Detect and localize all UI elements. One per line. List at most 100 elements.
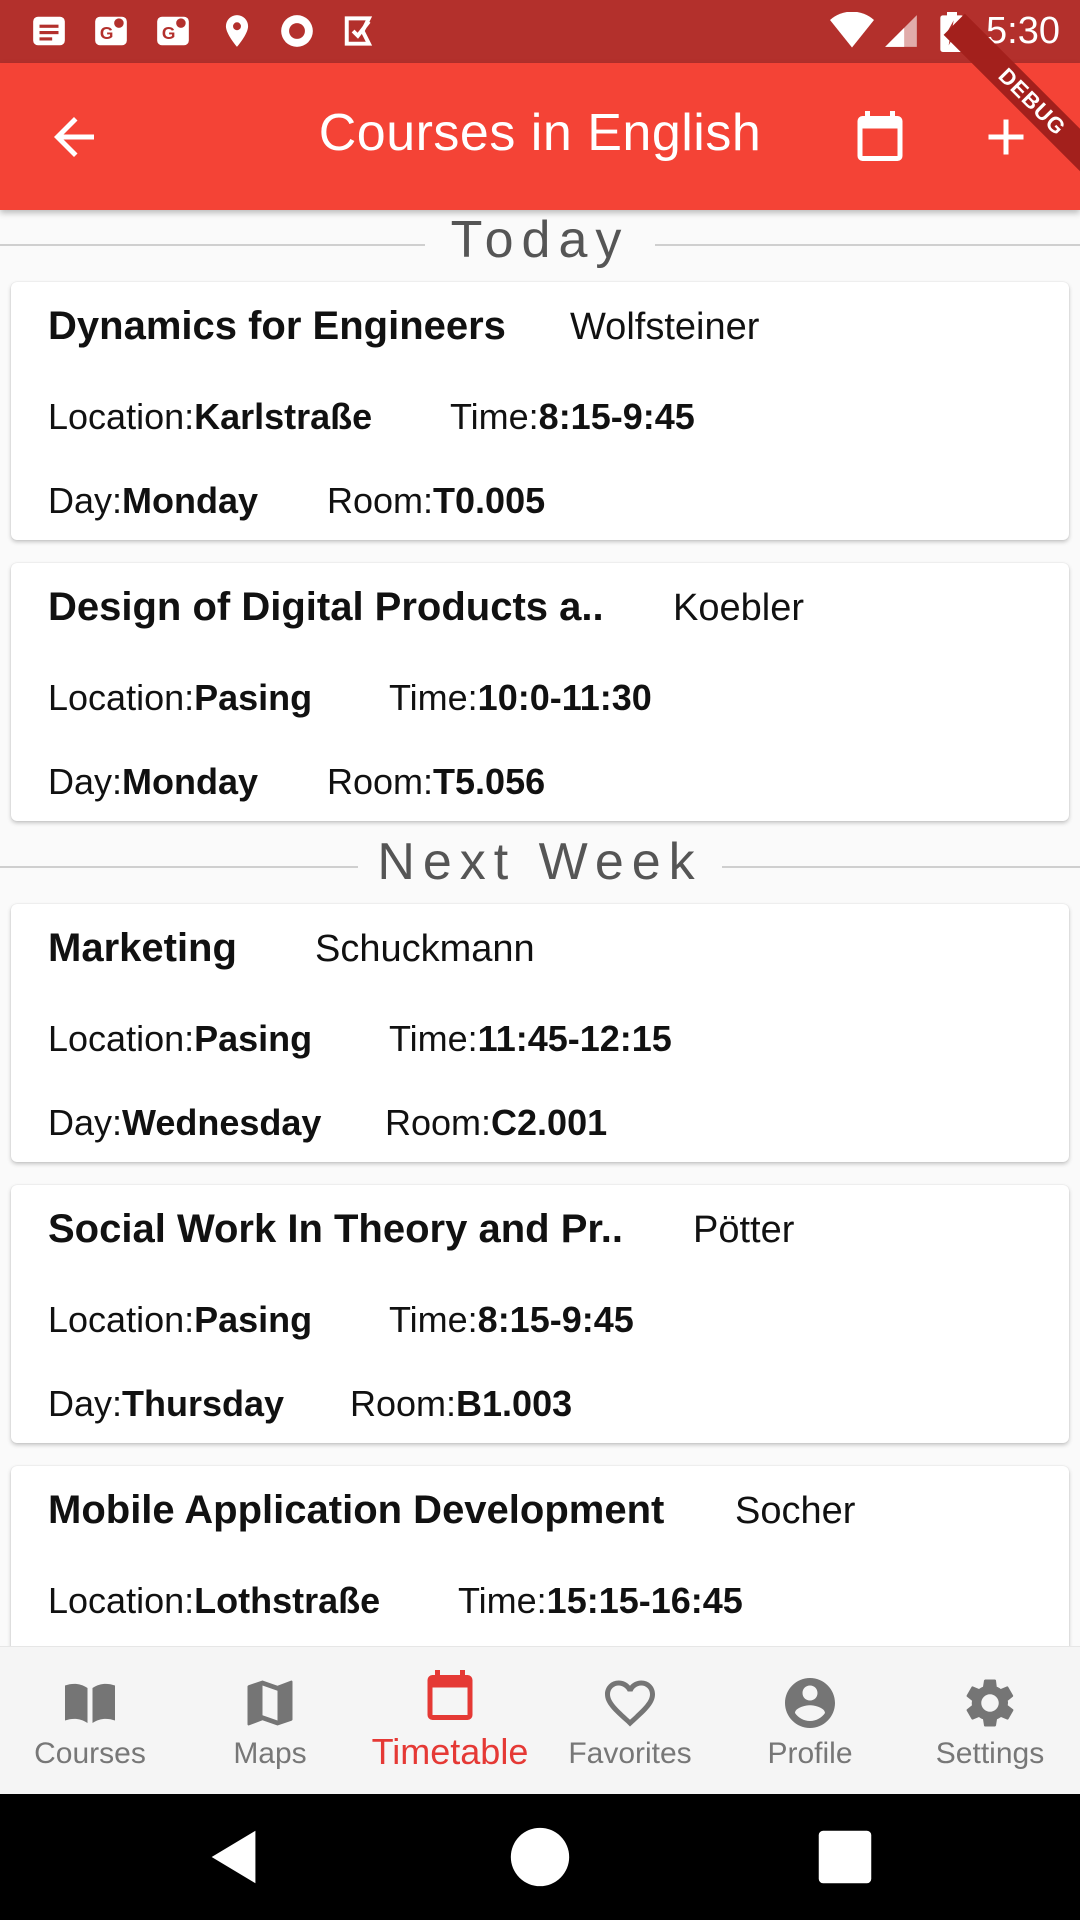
day-room-row: Day:Wednesday Room:C2.001 bbox=[48, 1102, 607, 1144]
day-value: Wednesday bbox=[122, 1102, 322, 1143]
time-value: 11:45-12:15 bbox=[477, 1018, 672, 1059]
course-name: Dynamics for Engineers bbox=[48, 304, 506, 348]
wifi-icon bbox=[830, 12, 874, 48]
room-label: Room: bbox=[327, 761, 434, 802]
calendar-icon[interactable] bbox=[850, 105, 910, 167]
app-bar: Courses in English DEBUG bbox=[0, 13, 1080, 210]
location-label: Location: bbox=[48, 1299, 195, 1340]
location-value: Karlstraße bbox=[194, 396, 373, 437]
time-label: Time: bbox=[389, 677, 478, 718]
course-card[interactable]: Marketing Schuckmann Location:Pasing Tim… bbox=[11, 904, 1069, 1162]
room-label: Room: bbox=[385, 1102, 492, 1143]
map-icon bbox=[247, 1680, 293, 1726]
time-value: 15:15-16:45 bbox=[546, 1580, 743, 1621]
day-value: Monday bbox=[122, 480, 259, 521]
nav-label: Settings bbox=[935, 1737, 1045, 1770]
heart-icon bbox=[605, 1680, 655, 1727]
nav-item-favorites[interactable]: Favorites bbox=[540, 1647, 720, 1795]
day-room-row: Day:Monday Room:T5.056 bbox=[48, 761, 545, 803]
status-bar: G G 5:30 bbox=[0, 0, 1080, 63]
svg-text:G: G bbox=[100, 23, 114, 43]
course-card[interactable]: Design of Digital Products a.. Koebler L… bbox=[11, 563, 1069, 821]
location-value: Pasing bbox=[194, 1299, 313, 1340]
nav-item-settings[interactable]: Settings bbox=[900, 1647, 1080, 1795]
account-icon bbox=[785, 1678, 835, 1728]
location-icon bbox=[225, 15, 249, 47]
time-value: 8:15-9:45 bbox=[477, 1299, 634, 1340]
day-room-row: Day:Monday Room:T0.005 bbox=[48, 480, 545, 522]
location-value: Pasing bbox=[194, 1018, 313, 1059]
signal-icon bbox=[885, 15, 917, 47]
course-name: Marketing bbox=[48, 926, 237, 970]
home-circle-icon[interactable] bbox=[505, 1822, 575, 1892]
maps-icon: G bbox=[157, 16, 189, 46]
record-icon bbox=[281, 15, 313, 47]
page-title: Courses in English bbox=[318, 104, 762, 162]
room-label: Room: bbox=[350, 1383, 457, 1424]
location-time-row: Location:Karlstraße Time:8:15-9:45 bbox=[48, 396, 695, 438]
day-label: Day: bbox=[48, 761, 123, 802]
location-label: Location: bbox=[48, 1580, 195, 1621]
nav-item-courses[interactable]: Courses bbox=[0, 1647, 180, 1795]
time-value: 10:0-11:30 bbox=[477, 677, 652, 718]
day-label: Day: bbox=[48, 1102, 123, 1143]
course-professor: Socher bbox=[735, 1490, 856, 1532]
course-name: Mobile Application Development bbox=[48, 1488, 665, 1532]
course-professor: Pötter bbox=[693, 1209, 795, 1251]
section-header-today: Today bbox=[0, 210, 1080, 280]
nav-label: Favorites bbox=[568, 1737, 692, 1770]
section-label: Next Week bbox=[377, 833, 703, 891]
svg-text:G: G bbox=[162, 23, 176, 43]
course-name: Design of Digital Products a.. bbox=[48, 585, 604, 629]
nav-label: Maps bbox=[233, 1737, 307, 1770]
section-label: Today bbox=[450, 211, 630, 269]
course-name: Social Work In Theory and Pr.. bbox=[48, 1207, 623, 1251]
location-time-row: Location:Lothstraße Time:15:15-16:45 bbox=[48, 1580, 743, 1622]
section-header-next-week: Next Week bbox=[0, 832, 1080, 902]
divider bbox=[655, 244, 1080, 246]
room-value: T5.056 bbox=[433, 761, 546, 802]
book-icon bbox=[65, 1683, 115, 1723]
divider bbox=[722, 866, 1080, 868]
gear-icon bbox=[966, 1679, 1014, 1727]
course-professor: Wolfsteiner bbox=[570, 306, 760, 348]
location-label: Location: bbox=[48, 677, 195, 718]
location-label: Location: bbox=[48, 396, 195, 437]
course-card[interactable]: Social Work In Theory and Pr.. Pötter Lo… bbox=[11, 1185, 1069, 1443]
nav-item-profile[interactable]: Profile bbox=[720, 1647, 900, 1795]
timetable-list[interactable]: Today Dynamics for Engineers Wolfsteiner… bbox=[0, 210, 1080, 1646]
course-card[interactable]: Mobile Application Development Socher Lo… bbox=[11, 1466, 1069, 1646]
nav-item-timetable[interactable]: Timetable bbox=[360, 1647, 540, 1795]
location-value: Pasing bbox=[194, 677, 313, 718]
time-value: 8:15-9:45 bbox=[538, 396, 695, 437]
location-time-row: Location:Pasing Time:10:0-11:30 bbox=[48, 677, 652, 719]
recents-square-icon[interactable] bbox=[810, 1822, 880, 1892]
back-triangle-icon[interactable] bbox=[200, 1822, 270, 1892]
day-label: Day: bbox=[48, 1383, 123, 1424]
system-navigation-bar bbox=[0, 1794, 1080, 1920]
nav-item-maps[interactable]: Maps bbox=[180, 1647, 360, 1795]
calendar-icon bbox=[427, 1670, 473, 1720]
time-label: Time: bbox=[389, 1018, 478, 1059]
notification-icon bbox=[33, 16, 65, 46]
day-value: Monday bbox=[122, 761, 259, 802]
room-value: C2.001 bbox=[491, 1102, 608, 1143]
course-card[interactable]: Dynamics for Engineers Wolfsteiner Locat… bbox=[11, 282, 1069, 540]
location-time-row: Location:Pasing Time:11:45-12:15 bbox=[48, 1018, 672, 1060]
nav-label: Profile bbox=[767, 1737, 853, 1770]
time-label: Time: bbox=[389, 1299, 478, 1340]
room-label: Room: bbox=[327, 480, 434, 521]
time-label: Time: bbox=[450, 396, 539, 437]
day-value: Thursday bbox=[122, 1383, 285, 1424]
maps-icon: G bbox=[95, 16, 127, 46]
day-label: Day: bbox=[48, 480, 123, 521]
nav-label: Courses bbox=[34, 1737, 146, 1770]
location-value: Lothstraße bbox=[194, 1580, 381, 1621]
checklist-icon bbox=[344, 16, 373, 46]
day-room-row: Day:Thursday Room:B1.003 bbox=[48, 1383, 572, 1425]
nav-label: Timetable bbox=[371, 1731, 529, 1772]
bottom-navigation: Courses Maps Timetable Favorites Profile… bbox=[0, 1646, 1080, 1794]
location-label: Location: bbox=[48, 1018, 195, 1059]
room-value: B1.003 bbox=[456, 1383, 573, 1424]
room-value: T0.005 bbox=[433, 480, 546, 521]
